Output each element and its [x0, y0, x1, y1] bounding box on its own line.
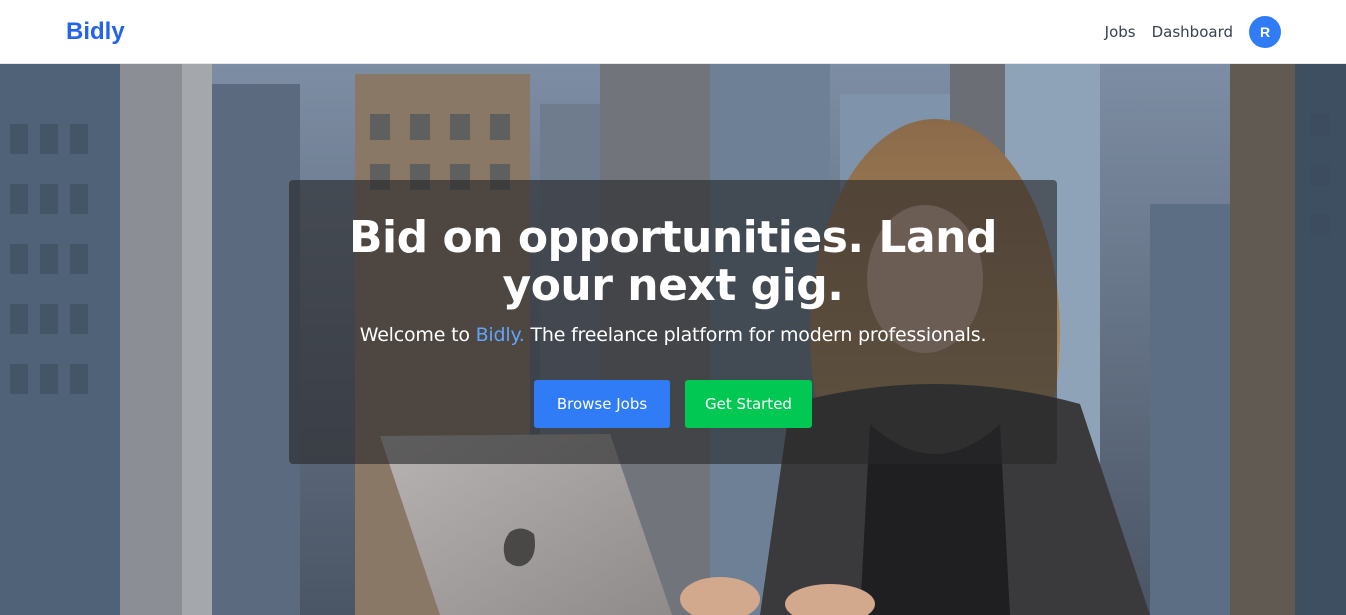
user-avatar[interactable]: R — [1249, 15, 1281, 48]
top-navbar: Bidly Jobs Dashboard R — [0, 0, 1346, 64]
nav-link-jobs[interactable]: Jobs — [1105, 23, 1136, 41]
nav-link-dashboard[interactable]: Dashboard — [1152, 23, 1233, 41]
nav-links: Jobs Dashboard R — [1105, 15, 1281, 48]
hero-overlay-card: Bid on opportunities. Land your next gig… — [289, 180, 1057, 464]
subtitle-brand: Bidly. — [475, 324, 525, 346]
hero-button-row: Browse Jobs Get Started — [534, 380, 812, 428]
hero-subtitle: Welcome to Bidly. The freelance platform… — [360, 324, 987, 346]
subtitle-suffix: The freelance platform for modern profes… — [524, 324, 987, 346]
brand-logo[interactable]: Bidly — [66, 18, 125, 46]
hero-headline: Bid on opportunities. Land your next gig… — [349, 212, 997, 311]
hero-section: Bid on opportunities. Land your next gig… — [0, 64, 1346, 615]
subtitle-prefix: Welcome to — [359, 324, 476, 346]
browse-jobs-button[interactable]: Browse Jobs — [534, 380, 670, 428]
get-started-button[interactable]: Get Started — [685, 380, 812, 428]
